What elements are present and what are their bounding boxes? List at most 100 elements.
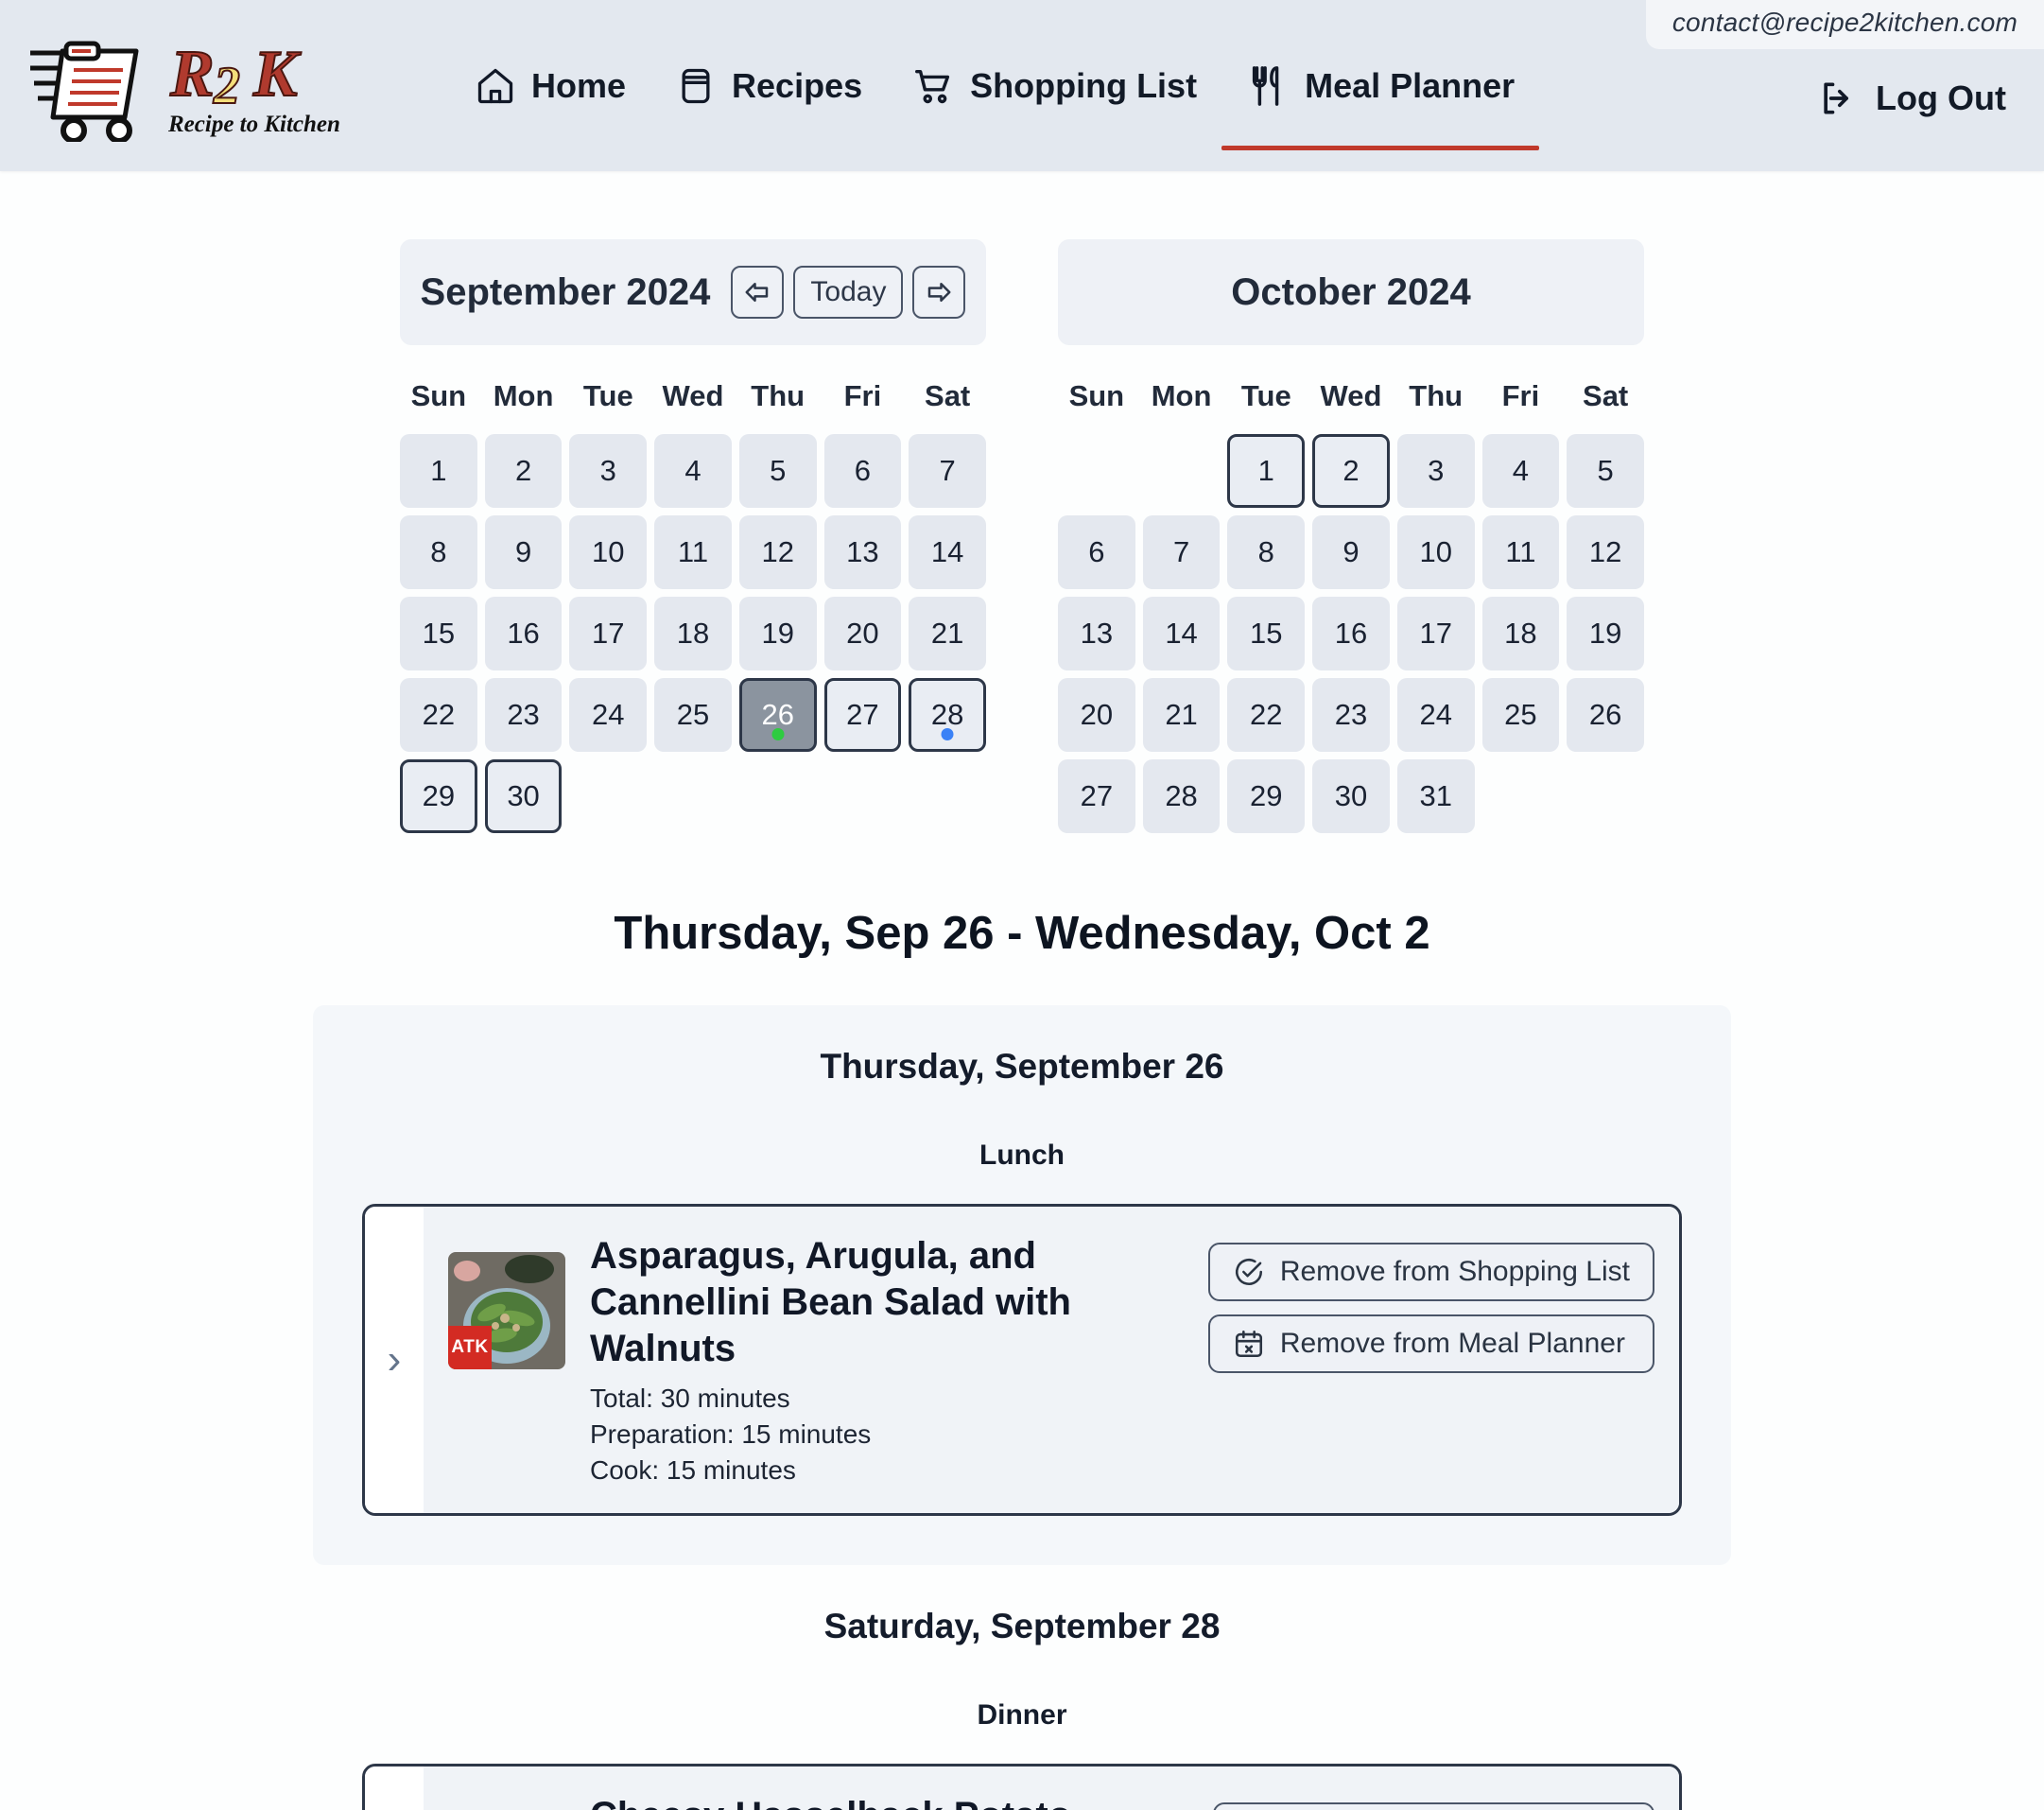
- calendar-day[interactable]: 8: [400, 515, 477, 589]
- recipe-action-button[interactable]: Add to Shopping List: [1212, 1801, 1654, 1810]
- calendar-day[interactable]: 7: [909, 434, 986, 508]
- calendar-day-number: 21: [1165, 698, 1198, 731]
- calendar-day[interactable]: 17: [1396, 597, 1475, 670]
- calendar-day[interactable]: 11: [654, 515, 732, 589]
- calendar-day[interactable]: 5: [1567, 434, 1644, 508]
- calendar-day-number: 2: [1342, 454, 1360, 487]
- calendar-day[interactable]: 6: [1058, 515, 1135, 589]
- calendar-day-number: 15: [422, 617, 456, 650]
- calendar-day[interactable]: 28: [1142, 759, 1221, 833]
- calendar-day[interactable]: 18: [654, 597, 732, 670]
- calendar-day[interactable]: 5: [738, 434, 817, 508]
- calendar-day[interactable]: 14: [1142, 597, 1221, 670]
- calendar-day[interactable]: 4: [1481, 434, 1560, 508]
- check-circle-icon: [1235, 1258, 1262, 1286]
- recipe-actions: Add to Shopping List Remove from Meal Pl…: [1212, 1793, 1654, 1810]
- calendar-day[interactable]: 2: [484, 434, 563, 508]
- calendar-day[interactable]: 26: [738, 678, 817, 752]
- calendar-day[interactable]: 23: [484, 678, 563, 752]
- nav-item-meal-planner[interactable]: Meal Planner: [1221, 0, 1540, 171]
- nav-item-shopping-list[interactable]: Shopping List: [887, 0, 1221, 171]
- calendar-row: September 2024 Today Sun Mon Tue Wed Thu Fri S…: [0, 239, 2044, 833]
- calendar-day[interactable]: 22: [1227, 678, 1306, 752]
- calendar-day[interactable]: 28: [909, 678, 986, 752]
- weekday-label: Thu: [1409, 379, 1464, 412]
- calendar-day[interactable]: 12: [738, 515, 817, 589]
- calendar-day[interactable]: 9: [484, 515, 563, 589]
- calendar-day[interactable]: 20: [823, 597, 902, 670]
- calendar-day[interactable]: 24: [569, 678, 648, 752]
- calendar-day[interactable]: 25: [654, 678, 732, 752]
- calendar-day[interactable]: 16: [484, 597, 563, 670]
- calendar-day[interactable]: 3: [569, 434, 648, 508]
- calendar-day-number: 12: [1588, 535, 1622, 568]
- calendar-day[interactable]: 8: [1227, 515, 1306, 589]
- calendar-day-number: 10: [592, 535, 625, 568]
- recipe-action-button[interactable]: Remove from Shopping List: [1207, 1243, 1654, 1301]
- brand-logo[interactable]: R 2 K Recipe to Kitchen: [25, 30, 346, 142]
- calendar-day[interactable]: 21: [1142, 678, 1221, 752]
- chevron-right-icon[interactable]: ›: [365, 1766, 424, 1810]
- calendar-day[interactable]: 15: [1227, 597, 1306, 670]
- calendar-day[interactable]: 24: [1396, 678, 1475, 752]
- calendar-day[interactable]: 26: [1567, 678, 1644, 752]
- calendar-day[interactable]: 12: [1567, 515, 1644, 589]
- today-button[interactable]: Today: [793, 266, 904, 319]
- calendar-day[interactable]: 14: [909, 515, 986, 589]
- logout-button[interactable]: Log Out: [1817, 78, 2006, 119]
- recipe-total-time: Total: 30 minutes: [590, 1384, 790, 1414]
- calendar-september: September 2024 Today Sun Mon Tue Wed Thu Fri S…: [400, 239, 986, 833]
- recipe-card[interactable]: › ATK Asparagus, Arugula, and Cannellini…: [362, 1204, 1682, 1516]
- calendar-day[interactable]: 20: [1058, 678, 1135, 752]
- calendar-day[interactable]: 17: [569, 597, 648, 670]
- nav-item-recipes[interactable]: Recipes: [650, 0, 887, 171]
- calendar-day[interactable]: 30: [484, 759, 563, 833]
- calendar-day[interactable]: 29: [400, 759, 477, 833]
- calendar-day[interactable]: 22: [400, 678, 477, 752]
- date-range-title: Thursday, Sep 26 - Wednesday, Oct 2: [614, 908, 1430, 959]
- calendar-day[interactable]: 10: [1396, 515, 1475, 589]
- calendar-day[interactable]: 7: [1142, 515, 1221, 589]
- calendar-day[interactable]: 19: [1567, 597, 1644, 670]
- calendar-day-number: 6: [1088, 535, 1105, 568]
- fork-knife-icon: [1246, 64, 1290, 108]
- calendar-day[interactable]: 30: [1312, 759, 1390, 833]
- next-month-button[interactable]: [912, 266, 966, 319]
- calendar-day[interactable]: 2: [1312, 434, 1390, 508]
- calendar-day-empty: [1143, 434, 1221, 508]
- calendar-day[interactable]: 25: [1481, 678, 1560, 752]
- calendar-day[interactable]: 19: [738, 597, 817, 670]
- calendar-day[interactable]: 13: [1058, 597, 1135, 670]
- calendar-day[interactable]: 31: [1396, 759, 1475, 833]
- calendar-day[interactable]: 4: [654, 434, 732, 508]
- recipe-title[interactable]: Asparagus, Arugula, and Cannellini Bean …: [590, 1233, 1184, 1371]
- calendar-day[interactable]: 11: [1481, 515, 1560, 589]
- calendar-day[interactable]: 23: [1312, 678, 1390, 752]
- calendar-day[interactable]: 29: [1227, 759, 1306, 833]
- calendar-day[interactable]: 21: [909, 597, 986, 670]
- calendar-day[interactable]: 18: [1481, 597, 1560, 670]
- calendar-day[interactable]: 10: [569, 515, 648, 589]
- calendar-day[interactable]: 1: [400, 434, 477, 508]
- calendar-day[interactable]: 27: [823, 678, 902, 752]
- prev-month-button[interactable]: [731, 266, 785, 319]
- logout-label: Log Out: [1876, 78, 2006, 117]
- recipe-action-button[interactable]: Remove from Meal Planner: [1207, 1314, 1654, 1373]
- calendar-day-number: 20: [1080, 698, 1114, 731]
- calendar-day[interactable]: 15: [400, 597, 477, 670]
- recipe-title[interactable]: Cheesy Hasselback Potato Gratin: [590, 1793, 1188, 1810]
- calendar-day-number: 7: [939, 454, 956, 487]
- calendar-day[interactable]: 6: [823, 434, 902, 508]
- calendar-day[interactable]: 1: [1227, 434, 1306, 508]
- chevron-right-icon[interactable]: ›: [365, 1207, 424, 1513]
- calendar-day[interactable]: 13: [823, 515, 902, 589]
- nav-item-home[interactable]: Home: [450, 0, 650, 171]
- recipe-cook-time: Cook: 15 minutes: [590, 1454, 796, 1485]
- calendar-day-number: 9: [1342, 535, 1360, 568]
- calendar-day[interactable]: 16: [1312, 597, 1390, 670]
- calendar-day[interactable]: 27: [1058, 759, 1135, 833]
- calendar-day[interactable]: 3: [1396, 434, 1475, 508]
- recipe-card[interactable]: › T Cheesy Hasselback Potato Gratin Tota…: [362, 1763, 1682, 1810]
- recipe-info: Asparagus, Arugula, and Cannellini Bean …: [590, 1233, 1184, 1488]
- calendar-day[interactable]: 9: [1312, 515, 1390, 589]
